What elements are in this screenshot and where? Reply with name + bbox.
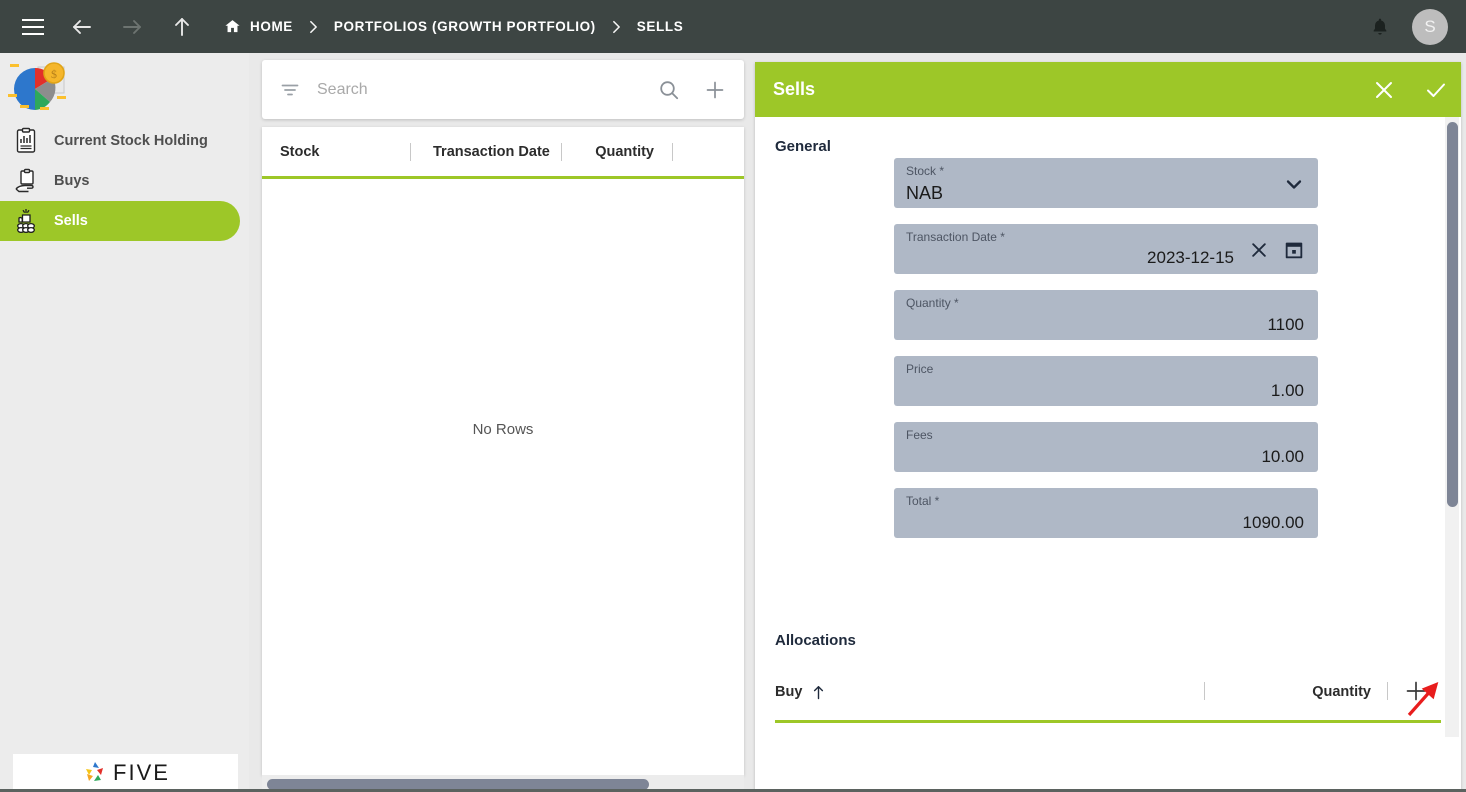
sidebar-item-label: Current Stock Holding	[54, 133, 208, 149]
field-label-quantity: Quantity *	[906, 296, 959, 310]
arrow-left-icon[interactable]	[70, 15, 94, 39]
clipboard-hand-icon	[13, 167, 39, 195]
field-value-transaction-date: 2023-12-15	[1147, 248, 1234, 267]
sells-form-card: Sells General Stock * NAB Transaction Da…	[755, 62, 1461, 792]
chevron-down-icon[interactable]	[1282, 172, 1306, 196]
five-wordmark: FIVE	[113, 760, 170, 785]
app-root: HOME PORTFOLIOS (GROWTH PORTFOLIO) SELLS	[0, 0, 1466, 792]
breadcrumb-item-sells[interactable]: SELLS	[637, 19, 684, 34]
field-price[interactable]: Price 1.00	[894, 356, 1318, 406]
search-input[interactable]	[317, 80, 658, 99]
allocations-add-button[interactable]	[1404, 679, 1428, 703]
sort-ascending-arrow-icon[interactable]	[812, 685, 825, 700]
column-header-buy[interactable]: Buy	[775, 684, 825, 700]
bell-icon[interactable]	[1370, 16, 1390, 38]
field-fees[interactable]: Fees 10.00	[894, 422, 1318, 472]
field-value-price: 1.00	[1270, 381, 1304, 400]
breadcrumb-item-home[interactable]: HOME	[224, 18, 293, 35]
field-label-fees: Fees	[906, 428, 933, 442]
empty-state-message: No Rows	[472, 421, 534, 438]
column-header-allocation-quantity[interactable]: Quantity	[1312, 684, 1371, 700]
sidebar-item-label: Sells	[54, 213, 88, 229]
column-header-stock[interactable]: Stock	[280, 127, 410, 176]
breadcrumb: HOME PORTFOLIOS (GROWTH PORTFOLIO) SELLS	[224, 18, 683, 35]
five-mark-icon	[81, 759, 109, 787]
home-icon	[224, 18, 241, 35]
column-divider[interactable]	[1204, 682, 1205, 700]
sidebar: $ Current Stock Holding Buys Sells FIVE	[0, 53, 249, 792]
field-label-total: Total *	[906, 494, 940, 508]
top-bar-actions: S	[1370, 0, 1448, 53]
field-total[interactable]: Total * 1090.00	[894, 488, 1318, 538]
field-value-total: 1090.00	[1242, 513, 1304, 532]
calendar-icon[interactable]	[1283, 239, 1305, 261]
column-divider[interactable]	[410, 142, 411, 161]
section-title-allocations: Allocations	[775, 632, 856, 649]
svg-text:$: $	[51, 67, 57, 81]
arrow-up-icon[interactable]	[170, 15, 194, 39]
field-quantity[interactable]: Quantity * 1100	[894, 290, 1318, 340]
hamburger-menu-icon[interactable]	[22, 18, 44, 35]
close-icon[interactable]	[1249, 240, 1269, 260]
field-label-transaction-date: Transaction Date *	[906, 230, 1005, 244]
top-app-bar: HOME PORTFOLIOS (GROWTH PORTFOLIO) SELLS	[0, 0, 1466, 53]
detail-panel: Sells General Stock * NAB Transaction Da…	[750, 53, 1466, 792]
field-transaction-date[interactable]: Transaction Date * 2023-12-15	[894, 224, 1318, 274]
filter-icon[interactable]	[280, 80, 300, 100]
field-value-quantity: 1100	[1267, 315, 1304, 334]
breadcrumb-item-portfolios[interactable]: PORTFOLIOS (GROWTH PORTFOLIO)	[334, 19, 596, 34]
column-header-quantity[interactable]: Quantity	[574, 127, 654, 176]
search-bar	[262, 60, 744, 119]
page-title: Sells	[773, 79, 816, 99]
money-stack-icon	[13, 207, 39, 235]
sidebar-item-current-stock-holding[interactable]: Current Stock Holding	[0, 121, 240, 161]
field-value-stock: NAB	[906, 183, 944, 203]
records-grid: Stock Transaction Date Quantity No Rows	[262, 127, 744, 775]
field-stock[interactable]: Stock * NAB	[894, 158, 1318, 208]
breadcrumb-label-portfolios: PORTFOLIOS (GROWTH PORTFOLIO)	[333, 19, 596, 34]
clipboard-chart-icon	[13, 127, 39, 155]
column-header-transaction-date[interactable]: Transaction Date	[433, 127, 561, 176]
breadcrumb-label-sells: SELLS	[636, 19, 684, 34]
column-divider[interactable]	[1387, 682, 1388, 700]
arrow-right-icon[interactable]	[120, 15, 144, 39]
field-label-price: Price	[906, 362, 934, 376]
sidebar-item-label: Buys	[54, 173, 90, 189]
sidebar-item-buys[interactable]: Buys	[0, 161, 240, 201]
detail-vertical-scrollbar-thumb[interactable]	[1447, 122, 1458, 507]
form-header: Sells	[755, 62, 1461, 117]
five-brand-logo: FIVE	[13, 754, 238, 792]
column-divider[interactable]	[561, 142, 562, 161]
close-icon[interactable]	[1372, 78, 1396, 102]
chevron-right-icon	[612, 20, 621, 34]
search-icon[interactable]	[658, 79, 680, 101]
breadcrumb-label-home: HOME	[250, 19, 293, 34]
column-divider[interactable]	[672, 142, 673, 161]
check-icon[interactable]	[1424, 78, 1448, 102]
list-panel: Stock Transaction Date Quantity No Rows	[249, 53, 750, 792]
allocations-header-row: Buy Quantity	[775, 670, 1441, 723]
sidebar-item-sells[interactable]: Sells	[0, 201, 240, 241]
form-body: General Stock * NAB Transaction Date * 2…	[755, 117, 1461, 792]
field-value-fees: 10.00	[1261, 447, 1304, 466]
sidebar-menu: Current Stock Holding Buys Sells	[0, 121, 249, 241]
field-label-stock: Stock *	[906, 164, 945, 178]
form-header-actions	[1372, 62, 1448, 117]
plus-icon[interactable]	[704, 79, 726, 101]
chevron-right-icon	[309, 20, 318, 34]
avatar-initial: S	[1424, 16, 1436, 36]
section-title-general: General	[775, 138, 831, 155]
grid-header-row: Stock Transaction Date Quantity	[262, 127, 744, 179]
column-header-buy-label: Buy	[775, 684, 803, 700]
pie-chart-coin-logo: $	[8, 61, 68, 117]
avatar[interactable]: S	[1412, 8, 1448, 45]
